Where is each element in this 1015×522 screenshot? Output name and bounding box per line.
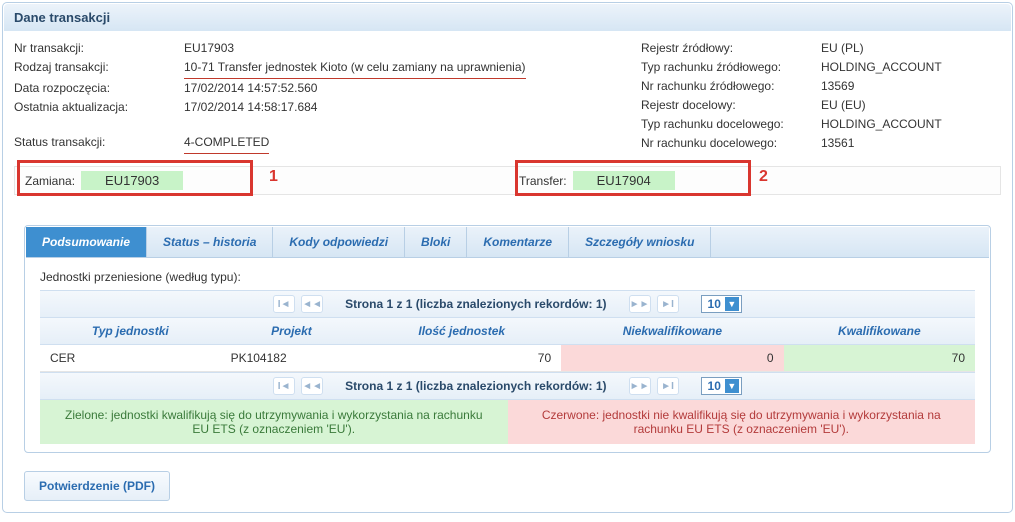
next-page-icon[interactable]: ►► (629, 377, 651, 395)
pager-bottom: I◄ ◄◄ Strona 1 z 1 (liczba znalezionych … (40, 372, 975, 400)
status-label: Status transakcji: (14, 133, 184, 154)
start-value: 17/02/2014 14:57:52.560 (184, 79, 317, 98)
last-page-icon[interactable]: ►I (657, 295, 679, 313)
transfer-label: Transfer: (519, 174, 567, 188)
pager-text-top: Strona 1 z 1 (liczba znalezionych rekord… (345, 297, 606, 311)
col-project[interactable]: Projekt (221, 318, 363, 345)
prev-page-icon[interactable]: ◄◄ (301, 377, 323, 395)
cell-qty: 70 (362, 345, 561, 372)
cell-project: PK104182 (221, 345, 363, 372)
cell-nonqual: 0 (561, 345, 783, 372)
zamiana-label: Zamiana: (25, 174, 75, 188)
dst-acc-label: Nr rachunku docelowego: (641, 134, 821, 153)
tab-kody-odpowiedzi[interactable]: Kody odpowiedzi (273, 227, 405, 257)
nr-value: EU17903 (184, 39, 234, 58)
src-reg-value: EU (PL) (821, 39, 864, 58)
pdf-confirm-button[interactable]: Potwierdzenie (PDF) (24, 471, 170, 501)
src-type-label: Typ rachunku źródłowego: (641, 58, 821, 77)
caret-down-icon: ▼ (725, 297, 739, 311)
col-qual[interactable]: Kwalifikowane (784, 318, 975, 345)
transaction-details-left: Nr transakcji:EU17903 Rodzaj transakcji:… (14, 39, 611, 154)
dst-type-value: HOLDING_ACCOUNT (821, 115, 942, 134)
dst-type-label: Typ rachunku docelowego: (641, 115, 821, 134)
page-size-select[interactable]: 10 ▼ (701, 377, 742, 395)
last-page-icon[interactable]: ►I (657, 377, 679, 395)
summary-panel: Podsumowanie Status – historia Kody odpo… (24, 225, 991, 453)
status-value: 4-COMPLETED (184, 133, 269, 154)
legend-green: Zielone: jednostki kwalifikują się do ut… (40, 400, 508, 444)
page-size-value: 10 (708, 379, 721, 393)
col-nonqual[interactable]: Niekwalifikowane (561, 318, 783, 345)
first-page-icon[interactable]: I◄ (273, 377, 295, 395)
tab-podsumowanie[interactable]: Podsumowanie (26, 227, 147, 257)
col-qty[interactable]: Ilość jednostek (362, 318, 561, 345)
dst-acc-value: 13561 (821, 134, 854, 153)
update-value: 17/02/2014 14:58:17.684 (184, 98, 317, 117)
pager-text-bottom: Strona 1 z 1 (liczba znalezionych rekord… (345, 379, 606, 393)
transaction-panel: Dane transakcji Nr transakcji:EU17903 Ro… (2, 2, 1013, 513)
first-page-icon[interactable]: I◄ (273, 295, 295, 313)
tab-bloki[interactable]: Bloki (405, 227, 467, 257)
dst-reg-label: Rejestr docelowy: (641, 96, 821, 115)
legend: Zielone: jednostki kwalifikują się do ut… (40, 400, 975, 444)
type-label: Rodzaj transakcji: (14, 58, 184, 79)
pager-top: I◄ ◄◄ Strona 1 z 1 (liczba znalezionych … (40, 290, 975, 318)
src-reg-label: Rejestr źródłowy: (641, 39, 821, 58)
update-label: Ostatnia aktualizacja: (14, 98, 184, 117)
caret-down-icon: ▼ (725, 379, 739, 393)
start-label: Data rozpoczęcia: (14, 79, 184, 98)
tab-status-historia[interactable]: Status – historia (147, 227, 273, 257)
page-size-select[interactable]: 10 ▼ (701, 295, 742, 313)
annotation-number-2: 2 (759, 168, 768, 186)
cell-type: CER (40, 345, 221, 372)
linked-transactions-row: Zamiana: EU17903 Transfer: EU17904 1 2 (14, 166, 1001, 195)
zamiana-value[interactable]: EU17903 (81, 171, 183, 190)
cell-qual: 70 (784, 345, 975, 372)
col-type[interactable]: Typ jednostki (40, 318, 221, 345)
nr-label: Nr transakcji: (14, 39, 184, 58)
page-size-value: 10 (708, 297, 721, 311)
type-value: 10-71 Transfer jednostek Kioto (w celu z… (184, 58, 526, 79)
prev-page-icon[interactable]: ◄◄ (301, 295, 323, 313)
legend-red: Czerwone: jednostki nie kwalifikują się … (508, 400, 976, 444)
src-acc-label: Nr rachunku źródłowego: (641, 77, 821, 96)
src-type-value: HOLDING_ACCOUNT (821, 58, 942, 77)
units-table: Typ jednostki Projekt Ilość jednostek Ni… (40, 318, 975, 372)
src-acc-value: 13569 (821, 77, 854, 96)
tab-bar: Podsumowanie Status – historia Kody odpo… (26, 227, 989, 258)
tab-szczegoly-wniosku[interactable]: Szczegóły wniosku (569, 227, 711, 257)
dst-reg-value: EU (EU) (821, 96, 866, 115)
next-page-icon[interactable]: ►► (629, 295, 651, 313)
table-row: CER PK104182 70 0 70 (40, 345, 975, 372)
transaction-details-right: Rejestr źródłowy:EU (PL) Typ rachunku źr… (641, 39, 1001, 154)
annotation-number-1: 1 (269, 168, 278, 186)
panel-title: Dane transakcji (4, 4, 1011, 31)
tab-komentarze[interactable]: Komentarze (467, 227, 569, 257)
table-title: Jednostki przeniesione (według typu): (40, 270, 975, 284)
transfer-value[interactable]: EU17904 (573, 171, 675, 190)
